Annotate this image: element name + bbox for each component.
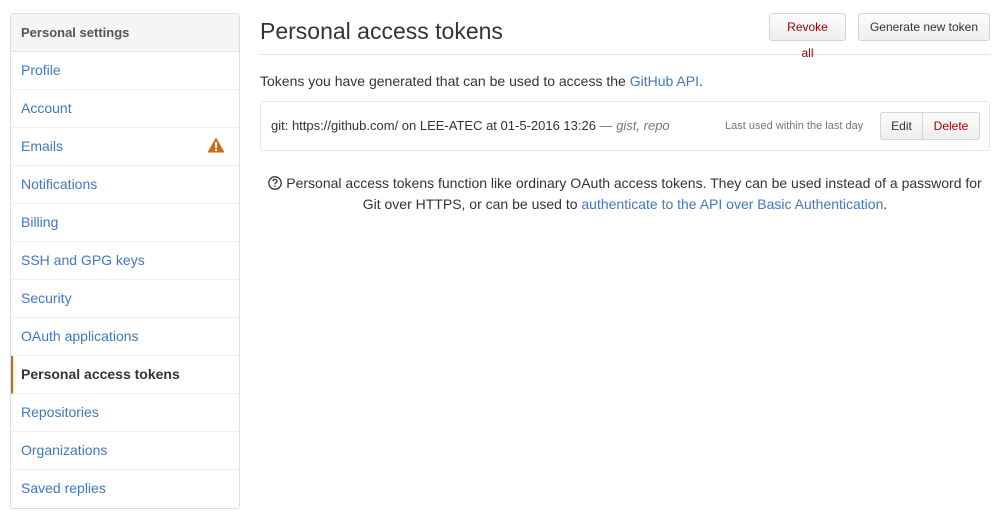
main-content: Personal access tokens Revoke all Genera… <box>260 13 990 212</box>
help-text: Personal access tokens function like ord… <box>260 173 990 215</box>
token-actions: Edit Delete <box>880 112 980 140</box>
sidebar-item-billing[interactable]: Billing <box>11 204 239 242</box>
token-last-used: Last used within the last day <box>725 120 864 132</box>
sidebar-item-label: Emails <box>21 138 64 154</box>
token-scopes: gist, repo <box>616 118 670 133</box>
token-description: git: https://github.com/ on LEE-ATEC at … <box>271 118 670 133</box>
warning-icon <box>207 137 225 153</box>
intro-text: Tokens you have generated that can be us… <box>260 73 703 89</box>
delete-token-button[interactable]: Delete <box>923 112 980 140</box>
page-header: Personal access tokens Revoke all Genera… <box>260 13 990 60</box>
sidebar-item-oauth-applications[interactable]: OAuth applications <box>11 318 239 356</box>
basic-auth-link[interactable]: authenticate to the API over Basic Authe… <box>581 196 883 212</box>
intro-text-prefix: Tokens you have generated that can be us… <box>260 73 630 89</box>
help-text-suffix: . <box>883 196 888 212</box>
sidebar-header: Personal settings <box>11 14 239 52</box>
edit-token-button[interactable]: Edit <box>880 112 923 140</box>
sidebar-item-personal-access-tokens[interactable]: Personal access tokens <box>11 356 239 394</box>
token-name: git: https://github.com/ on LEE-ATEC at … <box>271 118 596 133</box>
sidebar-item-emails[interactable]: Emails <box>11 128 239 166</box>
sidebar-item-security[interactable]: Security <box>11 280 239 318</box>
sidebar-item-notifications[interactable]: Notifications <box>11 166 239 204</box>
generate-new-token-button[interactable]: Generate new token <box>858 13 990 41</box>
sidebar-item-ssh-gpg-keys[interactable]: SSH and GPG keys <box>11 242 239 280</box>
sidebar-item-repositories[interactable]: Repositories <box>11 394 239 432</box>
page-title: Personal access tokens <box>260 18 503 44</box>
sidebar-item-account[interactable]: Account <box>11 90 239 128</box>
sidebar-item-saved-replies[interactable]: Saved replies <box>11 470 239 508</box>
token-row: git: https://github.com/ on LEE-ATEC at … <box>260 101 990 151</box>
github-api-link[interactable]: GitHub API <box>630 73 699 89</box>
sidebar-item-profile[interactable]: Profile <box>11 52 239 90</box>
sidebar-item-organizations[interactable]: Organizations <box>11 432 239 470</box>
revoke-all-button[interactable]: Revoke all <box>769 13 846 60</box>
question-icon <box>268 176 283 190</box>
intro-text-suffix: . <box>698 73 703 89</box>
token-separator: — <box>595 118 617 133</box>
settings-sidebar: Personal settings Profile Account Emails… <box>10 13 240 509</box>
